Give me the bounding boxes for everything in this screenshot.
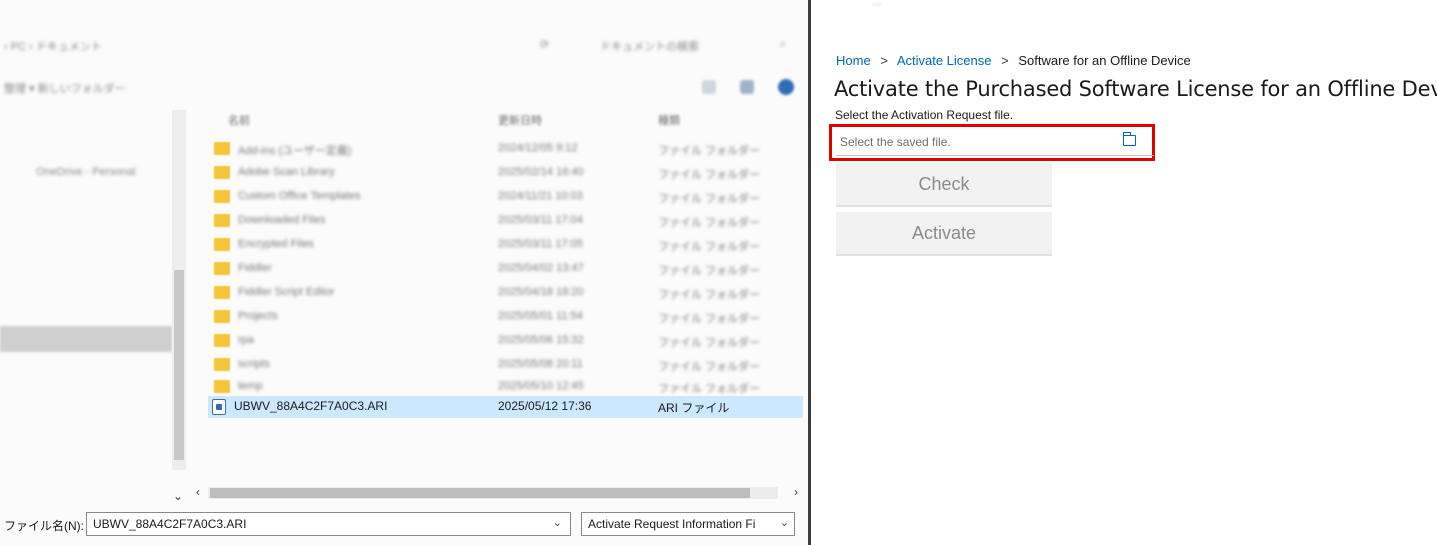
address-bar[interactable]: › PC › ドキュメント <box>4 38 102 54</box>
folder-row[interactable]: rpa 2025/05/06 15:32 ファイル フォルダー <box>208 330 803 352</box>
check-button[interactable]: Check <box>836 163 1052 207</box>
page-header-blurred: ... <box>872 0 883 8</box>
column-header-name[interactable]: 名前 <box>228 112 250 128</box>
folder-row[interactable]: temp 2025/05/10 12:45 ファイル フォルダー <box>208 376 803 398</box>
column-header-date[interactable]: 更新日時 <box>498 112 542 128</box>
folder-icon <box>214 334 230 347</box>
folder-icon <box>214 380 230 393</box>
nav-item-onedrive[interactable]: OneDrive - Personal <box>0 160 172 186</box>
folder-row[interactable]: Adobe Scan Library 2025/02/14 16:40 ファイル フ… <box>208 162 803 184</box>
filename-row: ファイル名(N): UBWV_88A4C2F7A0C3.ARI ⌄ Activa… <box>0 511 808 537</box>
selected-file-date: 2025/05/12 17:36 <box>498 399 592 413</box>
nav-scrollbar-thumb[interactable] <box>174 270 184 460</box>
folder-icon <box>214 142 230 155</box>
folder-icon <box>214 190 230 203</box>
scroll-left-icon[interactable]: ‹ <box>196 485 200 499</box>
folder-row[interactable]: Projects 2025/05/01 11:54 ファイル フォルダー <box>208 306 803 328</box>
activation-page: ... Home > Activate License > Software f… <box>812 0 1437 545</box>
selected-file-type: ARI ファイル <box>658 401 730 415</box>
file-open-dialog: › PC › ドキュメント ⟳ ドキュメントの検索 ⌕ 整理 ▾ 新しいフォルダ… <box>0 0 812 545</box>
preview-pane-icon[interactable] <box>740 80 754 94</box>
organize-menu[interactable]: 整理 ▾ 新しいフォルダー <box>4 80 126 96</box>
folder-row[interactable]: Fiddler 2025/04/02 13:47 ファイル フォルダー <box>208 258 803 280</box>
view-options-icon[interactable] <box>702 80 716 94</box>
activate-button[interactable]: Activate <box>836 212 1052 256</box>
column-header-type[interactable]: 種類 <box>658 112 680 128</box>
breadcrumb-current: Software for an Offline Device <box>1018 53 1191 68</box>
nav-item-selected[interactable] <box>0 326 172 352</box>
folder-icon <box>214 358 230 371</box>
file-type-value: Activate Request Information Fi <box>588 517 756 531</box>
page-title: Activate the Purchased Software License … <box>834 77 1437 101</box>
filename-input[interactable]: UBWV_88A4C2F7A0C3.ARI ⌄ <box>86 512 571 536</box>
file-type-select[interactable]: Activate Request Information Fi ⌄ <box>581 512 795 536</box>
folder-icon <box>214 310 230 323</box>
horizontal-scrollbar[interactable]: ‹ › <box>190 485 805 501</box>
instruction-text: Select the Activation Request file. <box>835 108 1014 122</box>
breadcrumb-separator: > <box>1001 53 1009 68</box>
folder-row[interactable]: Downloaded Files 2025/03/11 17:04 ファイル フォル… <box>208 210 803 232</box>
folder-row[interactable]: scripts 2025/05/08 20:11 ファイル フォルダー <box>208 354 803 376</box>
search-icon[interactable]: ⌕ <box>780 38 786 51</box>
filename-label: ファイル名(N): <box>4 519 84 533</box>
folder-icon <box>214 262 230 275</box>
selected-file-name: UBWV_88A4C2F7A0C3.ARI <box>234 399 388 413</box>
dialog-toolbar: 整理 ▾ 新しいフォルダー <box>0 70 805 104</box>
folder-row[interactable]: Custom Office Templates 2024/11/21 10:03 フ… <box>208 186 803 208</box>
search-box[interactable]: ドキュメントの検索 <box>600 38 699 54</box>
nav-scroll-down-icon[interactable]: ⌄ <box>173 489 183 503</box>
breadcrumb-separator: > <box>880 53 888 68</box>
breadcrumb-home-link[interactable]: Home <box>836 53 871 68</box>
folder-icon <box>214 286 230 299</box>
folder-open-icon[interactable] <box>1122 132 1136 146</box>
file-list: 名前 更新日時 種類 Add-ins (ユーザー定義) 2024/12/05 9:… <box>190 104 805 484</box>
navigation-pane: OneDrive - Personal <box>0 104 186 484</box>
chevron-down-icon[interactable]: ⌄ <box>553 516 562 529</box>
folder-row[interactable]: Add-ins (ユーザー定義) 2024/12/05 9:12 ファイル フォルダ… <box>208 138 803 160</box>
refresh-icon[interactable]: ⟳ <box>540 38 549 51</box>
folder-row[interactable]: Fiddler Script Editor 2025/04/18 18:20 ファイ… <box>208 282 803 304</box>
scroll-thumb[interactable] <box>210 488 750 498</box>
scroll-right-icon[interactable]: › <box>794 485 798 499</box>
file-select-field[interactable]: Select the saved file. <box>836 130 1154 156</box>
folder-icon <box>214 166 230 179</box>
folder-row[interactable]: Encrypted Files 2025/03/11 17:05 ファイル フォルダ… <box>208 234 803 256</box>
chevron-down-icon[interactable]: ⌄ <box>777 516 789 529</box>
ari-file-icon <box>212 399 226 415</box>
folder-icon <box>214 214 230 227</box>
dialog-edge <box>808 0 811 545</box>
file-select-placeholder: Select the saved file. <box>840 135 951 149</box>
breadcrumb-activate-link[interactable]: Activate License <box>897 53 992 68</box>
folder-icon <box>214 238 230 251</box>
help-icon[interactable] <box>778 79 794 95</box>
breadcrumb: Home > Activate License > Software for a… <box>836 53 1191 68</box>
filename-value: UBWV_88A4C2F7A0C3.ARI <box>93 517 247 531</box>
address-bar-row: › PC › ドキュメント ⟳ ドキュメントの検索 ⌕ <box>0 30 805 60</box>
selected-file-row[interactable]: UBWV_88A4C2F7A0C3.ARI 2025/05/12 17:36 A… <box>208 396 803 418</box>
